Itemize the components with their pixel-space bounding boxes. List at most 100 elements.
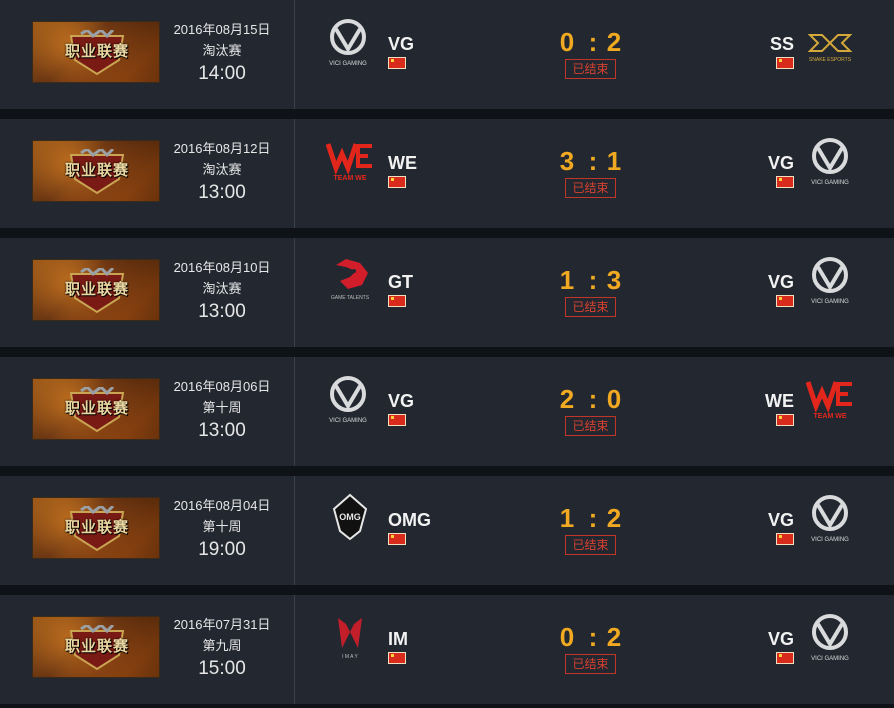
match-score: 1 : 2 (540, 503, 650, 535)
league-banner: 职业联赛 (32, 259, 160, 321)
vici-gaming-logo: VICI GAMING (806, 255, 854, 305)
score-separator: : (588, 503, 598, 533)
score-separator: : (588, 27, 598, 57)
divider (294, 0, 295, 109)
team2-score: 2 (606, 503, 622, 533)
match-row[interactable]: 职业联赛 2016年08月06日 第十周 13:00 VICI GAMING V… (0, 357, 894, 466)
svg-text:SNAKE ESPORTS: SNAKE ESPORTS (809, 57, 852, 63)
svg-text:TEAM WE: TEAM WE (813, 413, 846, 420)
match-list: 职业联赛 2016年08月15日 淘汰赛 14:00 VICI GAMING V… (0, 0, 894, 704)
score-separator: : (588, 146, 598, 176)
match-row[interactable]: 职业联赛 2016年07月31日 第九周 15:00 I M A Y IM 0 … (0, 595, 894, 704)
team1-score: 0 (559, 27, 575, 57)
team1-score: 3 (559, 146, 575, 176)
team2-name[interactable]: SS (770, 34, 794, 55)
china-flag-icon (388, 176, 406, 188)
team2-score: 0 (606, 384, 622, 414)
match-date: 2016年08月15日 (173, 22, 271, 37)
match-row[interactable]: 职业联赛 2016年08月15日 淘汰赛 14:00 VICI GAMING V… (0, 0, 894, 109)
match-time: 15:00 (198, 658, 246, 679)
team1-name[interactable]: WE (388, 153, 417, 174)
team1-name[interactable]: IM (388, 629, 408, 650)
team2-name[interactable]: WE (765, 391, 794, 412)
team2-score: 2 (606, 27, 622, 57)
match-score: 1 : 3 (540, 265, 650, 297)
banner-text: 职业联赛 (64, 42, 129, 60)
divider (294, 119, 295, 228)
team1-score: 0 (559, 622, 575, 652)
match-info: 2016年08月10日 淘汰赛 13:00 (162, 257, 282, 325)
score-separator: : (588, 622, 598, 652)
match-stage: 淘汰赛 (202, 43, 242, 58)
match-info: 2016年08月04日 第十周 19:00 (162, 495, 282, 563)
vici-gaming-logo: VICI GAMING (806, 493, 854, 543)
match-stage: 第十周 (202, 519, 242, 534)
team1-name[interactable]: VG (388, 34, 414, 55)
status-badge: 已结束 (565, 178, 616, 198)
match-time: 13:00 (198, 420, 246, 441)
banner-text: 职业联赛 (64, 161, 129, 179)
match-info: 2016年07月31日 第九周 15:00 (162, 614, 282, 682)
team1-score: 2 (559, 384, 575, 414)
team2-name[interactable]: VG (768, 510, 794, 531)
divider (294, 476, 295, 585)
match-info: 2016年08月06日 第十周 13:00 (162, 376, 282, 444)
banner-text: 职业联赛 (64, 399, 129, 417)
china-flag-icon (388, 533, 406, 545)
china-flag-icon (776, 414, 794, 426)
match-stage: 第九周 (202, 638, 242, 653)
svg-text:OMG: OMG (339, 512, 361, 522)
match-stage: 淘汰赛 (202, 162, 242, 177)
svg-text:VICI GAMING: VICI GAMING (329, 418, 367, 424)
status-badge: 已结束 (565, 654, 616, 674)
china-flag-icon (388, 57, 406, 69)
team1-score: 1 (559, 503, 575, 533)
team1-name[interactable]: VG (388, 391, 414, 412)
team1-name[interactable]: GT (388, 272, 413, 293)
match-date: 2016年08月04日 (173, 498, 271, 513)
match-date: 2016年08月12日 (173, 141, 271, 156)
status-badge: 已结束 (565, 297, 616, 317)
league-banner: 职业联赛 (32, 140, 160, 202)
svg-text:GAME TALENTS: GAME TALENTS (331, 295, 370, 301)
svg-text:TEAM WE: TEAM WE (333, 175, 366, 182)
china-flag-icon (776, 533, 794, 545)
match-row[interactable]: 职业联赛 2016年08月04日 第十周 19:00 OMG OMG 1 : 2… (0, 476, 894, 585)
status-badge: 已结束 (565, 535, 616, 555)
match-date: 2016年07月31日 (173, 617, 271, 632)
league-banner: 职业联赛 (32, 616, 160, 678)
match-stage: 第十周 (202, 400, 242, 415)
vici-gaming-logo: VICI GAMING (806, 612, 854, 662)
match-date: 2016年08月06日 (173, 379, 271, 394)
match-row[interactable]: 职业联赛 2016年08月12日 淘汰赛 13:00 TEAM WE WE 3 … (0, 119, 894, 228)
league-banner: 职业联赛 (32, 378, 160, 440)
league-banner: 职业联赛 (32, 21, 160, 83)
china-flag-icon (388, 295, 406, 307)
team2-name[interactable]: VG (768, 153, 794, 174)
status-badge: 已结束 (565, 59, 616, 79)
banner-text: 职业联赛 (64, 280, 129, 298)
match-score: 0 : 2 (540, 622, 650, 654)
svg-text:VICI GAMING: VICI GAMING (811, 299, 849, 305)
omg-logo: OMG (326, 493, 374, 543)
china-flag-icon (776, 57, 794, 69)
team1-name[interactable]: OMG (388, 510, 431, 531)
team2-name[interactable]: VG (768, 629, 794, 650)
team2-score: 3 (606, 265, 622, 295)
match-stage: 淘汰赛 (202, 281, 242, 296)
vici-gaming-logo: VICI GAMING (806, 136, 854, 186)
vici-gaming-logo: VICI GAMING (326, 17, 374, 67)
match-score: 3 : 1 (540, 146, 650, 178)
league-banner: 职业联赛 (32, 497, 160, 559)
team2-name[interactable]: VG (768, 272, 794, 293)
match-row[interactable]: 职业联赛 2016年08月10日 淘汰赛 13:00 GAME TALENTS … (0, 238, 894, 347)
match-date: 2016年08月10日 (173, 260, 271, 275)
match-info: 2016年08月15日 淘汰赛 14:00 (162, 19, 282, 87)
im-logo: I M A Y (326, 612, 374, 662)
china-flag-icon (776, 652, 794, 664)
match-time: 13:00 (198, 301, 246, 322)
svg-text:VICI GAMING: VICI GAMING (811, 656, 849, 662)
team2-score: 2 (606, 622, 622, 652)
match-time: 19:00 (198, 539, 246, 560)
divider (294, 595, 295, 704)
